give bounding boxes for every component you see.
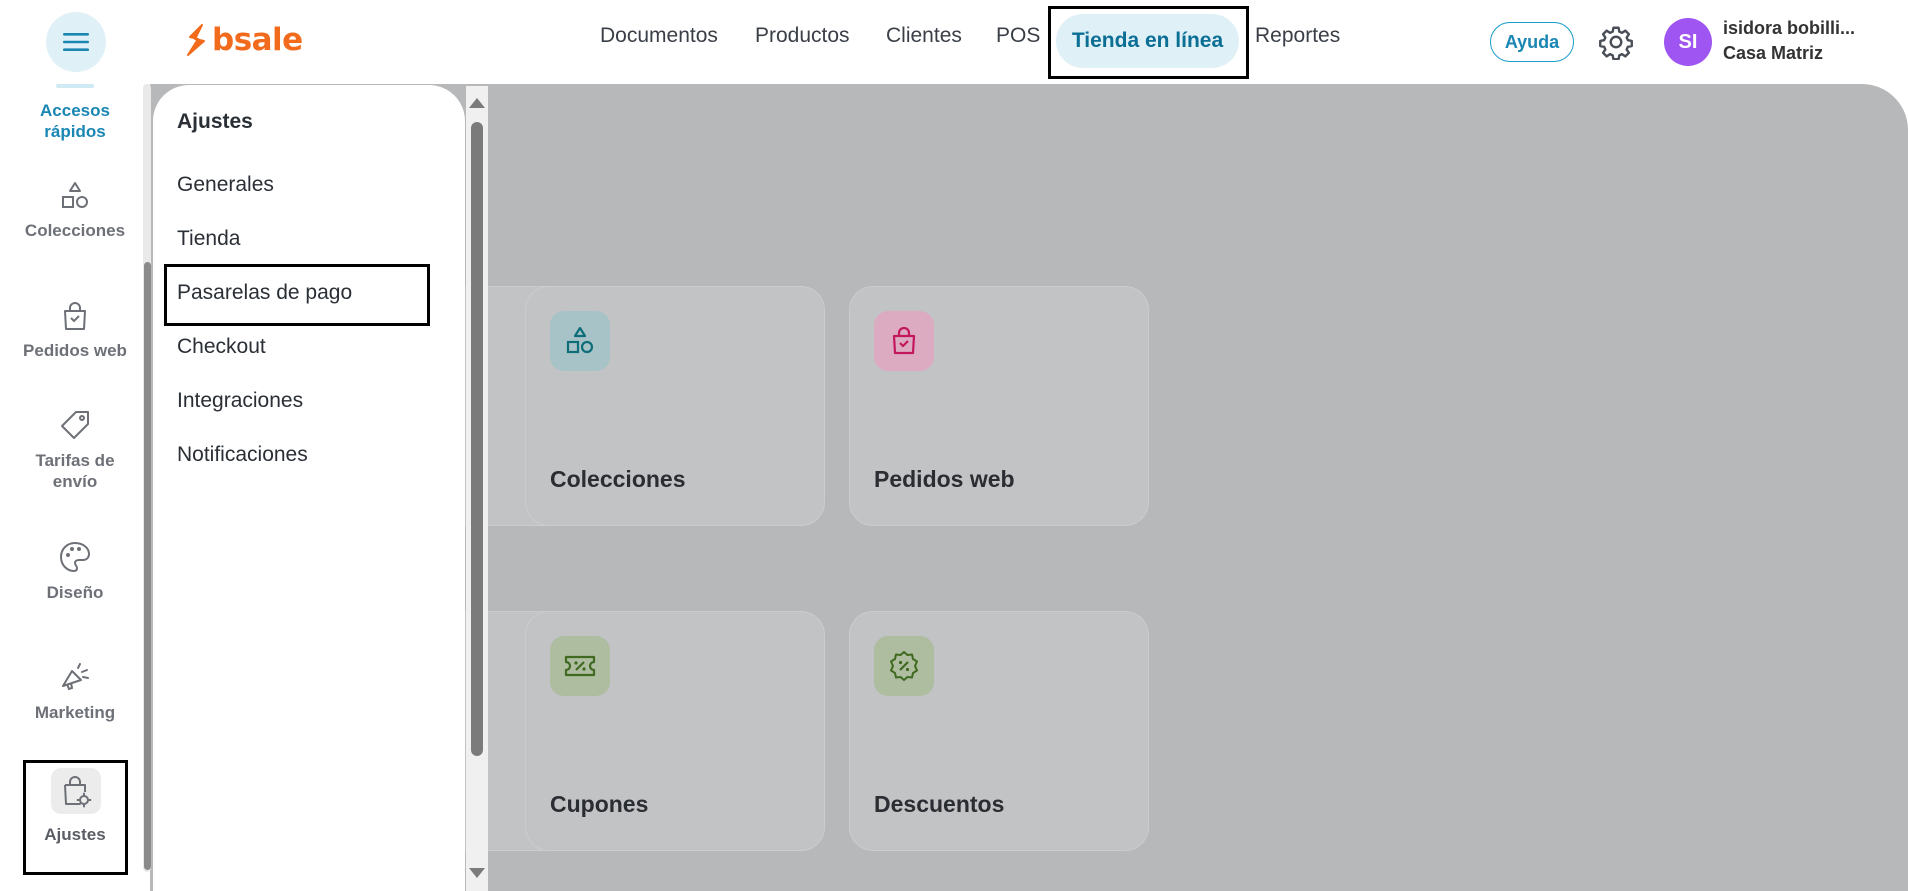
card-colecciones[interactable]: Colecciones bbox=[525, 286, 825, 526]
shopping-bag-icon bbox=[64, 302, 86, 330]
card-title: Colecciones bbox=[550, 466, 686, 492]
quick-access-indicator bbox=[56, 84, 94, 88]
rail-item-label: Diseño bbox=[46, 583, 104, 602]
logo-text: bsale bbox=[212, 22, 303, 58]
card-title: Cupones bbox=[550, 791, 649, 817]
highlight-box-ajustes bbox=[23, 760, 128, 875]
gear-icon[interactable] bbox=[1598, 24, 1634, 60]
card-icon-box bbox=[550, 636, 610, 696]
rail-item-label: Accesos rápidos bbox=[40, 101, 110, 141]
rail-item-marketing[interactable]: Marketing bbox=[0, 660, 150, 723]
submenu-item-generales[interactable]: Generales bbox=[177, 173, 274, 197]
panel-scrollbar-thumb[interactable] bbox=[471, 122, 483, 756]
submenu-item-checkout[interactable]: Checkout bbox=[177, 335, 266, 359]
card-icon-box bbox=[874, 636, 934, 696]
card-title: Descuentos bbox=[874, 791, 1005, 817]
scroll-up-arrow-icon[interactable] bbox=[469, 98, 485, 108]
nav-clientes[interactable]: Clientes bbox=[886, 24, 962, 48]
hamburger-icon bbox=[63, 33, 89, 51]
card-title: Pedidos web bbox=[874, 466, 1015, 492]
rail-item-label: Tarifas de envío bbox=[35, 451, 115, 491]
card-descuentos[interactable]: Descuentos bbox=[849, 611, 1149, 851]
rail-item-label: Colecciones bbox=[24, 221, 126, 240]
submenu-item-tienda[interactable]: Tienda bbox=[177, 227, 240, 251]
submenu-title: Ajustes bbox=[177, 110, 253, 133]
highlight-box-tienda bbox=[1048, 6, 1249, 79]
rail-scrollbar-thumb[interactable] bbox=[144, 262, 151, 870]
coupon-icon bbox=[564, 655, 596, 677]
help-button[interactable]: Ayuda bbox=[1490, 22, 1574, 62]
highlight-box-pasarelas bbox=[164, 264, 430, 326]
shopping-bag-icon bbox=[892, 326, 916, 355]
rail-item-diseno[interactable]: Diseño bbox=[0, 540, 150, 603]
top-bar: bsale Documentos Productos Clientes POS … bbox=[0, 0, 1908, 84]
hamburger-menu-button[interactable] bbox=[46, 12, 106, 72]
bsale-logo-mark-icon bbox=[187, 24, 205, 56]
rail-item-label: Marketing bbox=[34, 703, 116, 722]
bsale-logo[interactable]: bsale bbox=[184, 22, 303, 58]
tag-icon bbox=[61, 411, 89, 439]
rail-item-label: Pedidos web bbox=[23, 341, 127, 360]
card-pedidos-web[interactable]: Pedidos web bbox=[849, 286, 1149, 526]
shapes-icon bbox=[62, 182, 88, 208]
nav-productos[interactable]: Productos bbox=[755, 24, 850, 48]
user-branch[interactable]: Casa Matriz bbox=[1723, 43, 1823, 64]
rail-item-pedidos-web[interactable]: Pedidos web bbox=[0, 300, 150, 361]
submenu-item-notificaciones[interactable]: Notificaciones bbox=[177, 443, 308, 467]
rail-item-accesos-rapidos[interactable]: Accesos rápidos bbox=[0, 92, 150, 142]
scroll-down-arrow-icon[interactable] bbox=[469, 868, 485, 878]
avatar[interactable]: SI bbox=[1664, 18, 1712, 66]
user-name[interactable]: isidora bobilli... bbox=[1723, 18, 1855, 39]
rail-item-tarifas-de-envio[interactable]: Tarifas de envío bbox=[0, 408, 150, 492]
rail-item-colecciones[interactable]: Colecciones bbox=[0, 180, 150, 241]
ajustes-submenu-panel bbox=[153, 85, 465, 891]
discount-badge-icon bbox=[890, 651, 918, 681]
megaphone-icon bbox=[62, 663, 89, 691]
card-cupones[interactable]: Cupones bbox=[525, 611, 825, 851]
nav-documentos[interactable]: Documentos bbox=[600, 24, 718, 48]
shapes-icon bbox=[566, 326, 594, 354]
card-icon-box bbox=[874, 311, 934, 371]
card-icon-box bbox=[550, 311, 610, 371]
submenu-item-integraciones[interactable]: Integraciones bbox=[177, 389, 303, 413]
nav-pos[interactable]: POS bbox=[996, 24, 1040, 48]
palette-icon bbox=[59, 541, 91, 573]
nav-reportes[interactable]: Reportes bbox=[1255, 24, 1340, 48]
